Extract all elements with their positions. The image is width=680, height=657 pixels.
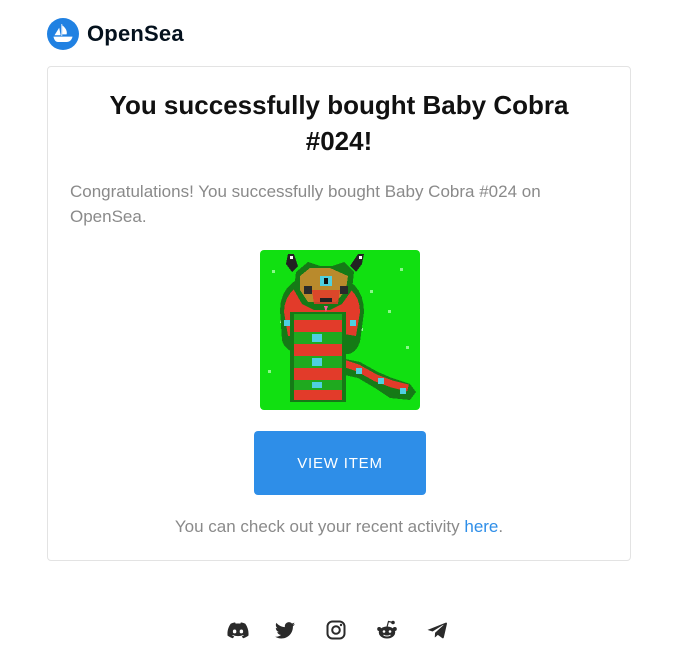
opensea-logo-icon[interactable]	[47, 18, 79, 50]
discord-icon[interactable]	[226, 618, 250, 642]
activity-suffix: .	[498, 517, 504, 536]
social-links	[0, 618, 680, 644]
page-title: You successfully bought Baby Cobra #024!	[109, 90, 569, 156]
activity-prefix: You can check out your recent activity	[174, 517, 465, 536]
instagram-icon[interactable]	[324, 618, 348, 642]
activity-here-link[interactable]: here	[464, 517, 498, 536]
reddit-icon[interactable]	[375, 618, 399, 642]
email-page: OpenSea You successfully bought Baby Cob…	[0, 0, 680, 657]
recent-activity-text: You can check out your recent activity h…	[48, 517, 630, 537]
view-item-button[interactable]: VIEW ITEM	[254, 431, 426, 495]
purchase-card: You successfully bought Baby Cobra #024!…	[47, 66, 631, 561]
congrats-message: Congratulations! You successfully bought…	[70, 182, 541, 226]
telegram-icon[interactable]	[425, 618, 449, 642]
baby-cobra-nft-image[interactable]	[260, 250, 420, 410]
twitter-icon[interactable]	[273, 618, 297, 642]
header: OpenSea	[47, 17, 184, 51]
brand-name[interactable]: OpenSea	[87, 21, 184, 47]
